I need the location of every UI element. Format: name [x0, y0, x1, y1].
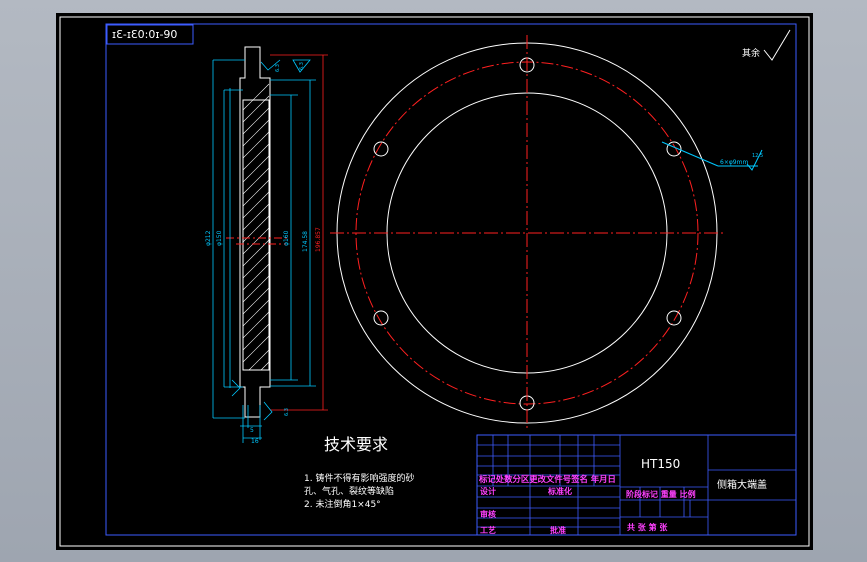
process-label: 工艺: [480, 525, 496, 535]
dim-d150: φ150: [216, 230, 223, 246]
tech-requirement-line-2: 孔、气孔、裂纹等缺陷: [304, 485, 394, 497]
drawing-code: ɪƐ-ɪƐ0:0ɪ-90: [112, 28, 177, 41]
part-name-label: 侧箱大端盖: [717, 478, 767, 491]
hole-leader: [661, 141, 719, 167]
title-block: HT150 侧箱大端盖 标记处数分区更改文件号签名 年月日 设计 标准化 阶段标…: [476, 434, 797, 536]
hole-roughness-value: 12.5: [752, 153, 763, 159]
section-outline-outer: [239, 46, 271, 418]
dimension-lines: [212, 59, 316, 443]
material-label: HT150: [641, 457, 680, 471]
roughness-mid: 6.3: [299, 62, 305, 70]
drawing-canvas[interactable]: ɪƐ-ɪƐ0:0ɪ-90 其余 6×φ9mm 12.5 φ212 φ150 φ1…: [0, 0, 867, 562]
tech-requirements-title: 技术要求: [324, 435, 388, 454]
section-hatch-area: [242, 99, 270, 371]
roughness-symbol-left: [231, 379, 241, 397]
section-view: φ212 φ150 φ160 174.58 196.857 5 16 6.3 6…: [205, 46, 328, 445]
dim-d196: 196.857: [315, 227, 322, 252]
sheet-inner-border: [105, 23, 797, 536]
tech-requirement-line-1: 1. 铸件不得有影响强度的砂: [304, 472, 414, 484]
approve-label: 批准: [550, 525, 566, 535]
dim-d174: 174.58: [302, 231, 309, 252]
sheet-outer-border: [59, 16, 810, 547]
roughness-note-symbol: [763, 29, 791, 61]
dim-w5: 5: [250, 427, 254, 434]
design-label: 设计: [480, 486, 496, 496]
bolt-hole: [666, 310, 682, 326]
roughness-top: 6.3: [275, 64, 281, 72]
stage-labels: 阶段标记 重量 比例: [626, 489, 696, 499]
standard-label: 标准化: [547, 486, 572, 496]
review-label: 审核: [480, 509, 496, 519]
dim-w16: 16: [251, 438, 259, 445]
dim-d160: φ160: [283, 230, 290, 246]
roughness-bottom: 6.3: [284, 408, 290, 416]
section-hatching: [242, 83, 270, 371]
roughness-symbol-bottom: [263, 401, 273, 421]
title-block-header-row: 标记处数分区更改文件号签名 年月日: [478, 474, 616, 484]
front-view: 6×φ9mm 12.5: [330, 35, 763, 430]
hole-spec-label: 6×φ9mm: [720, 159, 748, 166]
tech-requirement-line-3: 2. 未注倒角1×45°: [304, 498, 381, 510]
roughness-note-label: 其余: [742, 47, 760, 59]
sheets-label: 共 张 第 张: [627, 522, 668, 532]
dim-d212: φ212: [205, 230, 212, 246]
